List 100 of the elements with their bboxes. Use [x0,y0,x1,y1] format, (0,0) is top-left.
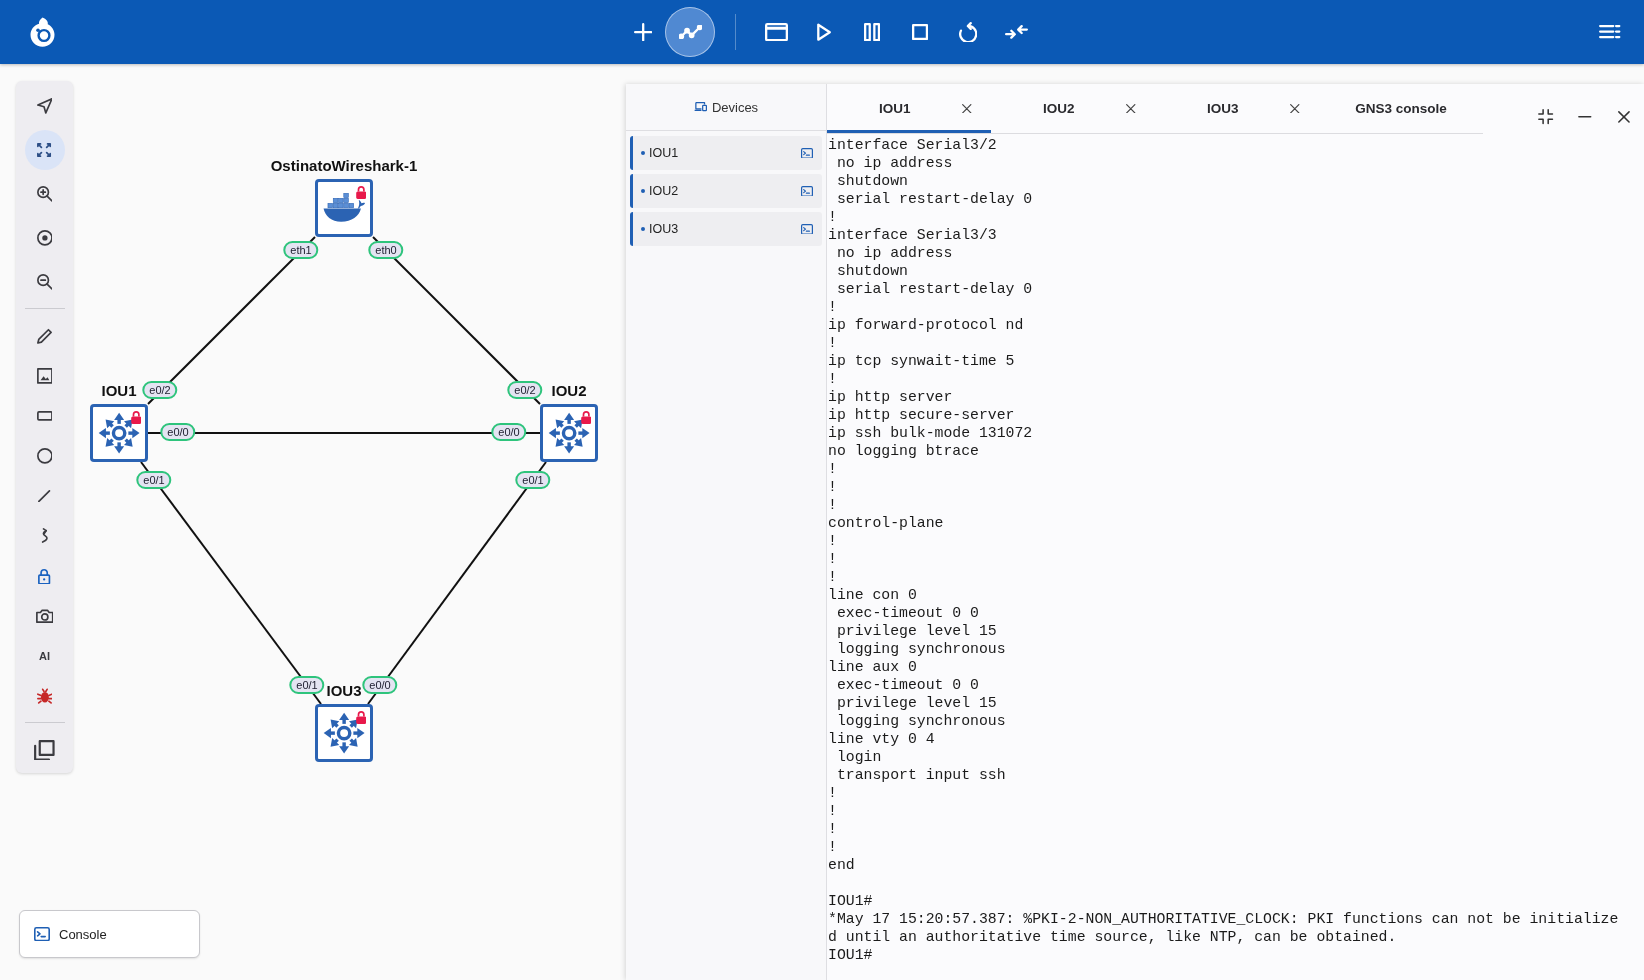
terminal-line: logging synchronous [835,712,1006,730]
zoom-out-icon [36,274,53,290]
terminal-line: ! [828,838,837,856]
terminal-line: control-plane [828,514,944,532]
terminal-line: line con 0 [828,586,917,604]
terminal-line: interface Serial3/3 [828,226,997,244]
chart-button[interactable] [665,7,715,57]
stop-icon [911,23,929,41]
console-tab[interactable]: GNS3 console [1319,84,1483,133]
whale-icon [322,193,366,223]
terminal-icon[interactable] [801,185,813,197]
terminal-line: ! [828,370,837,388]
line-chart-icon [678,25,702,39]
logo-icon [29,16,56,48]
port-label: e0/2 [142,381,178,399]
inward-corners-icon [1538,109,1554,125]
terminal-line: ! [828,298,837,316]
circular-arrow-icon [958,21,978,43]
bug-icon [36,688,53,704]
terminal-line: ! [828,550,837,568]
camera-icon [35,608,54,624]
browser-window-icon [764,22,788,42]
terminal-line: d until an authoritative time source, like NTP, can be obtained. [828,928,1397,946]
pencil-icon [36,328,53,344]
switch-node[interactable] [90,404,148,462]
port-label: eth1 [283,241,319,259]
terminal-line: shutdown [835,262,908,280]
terminal-line: line aux 0 [828,658,917,676]
terminal-line: privilege level 15 [835,694,997,712]
terminal-line: ! [828,802,837,820]
terminal-line: privilege level 15 [835,622,997,640]
ai-button[interactable]: AI [24,636,65,676]
terminal-line: exec-timeout 0 0 [835,604,979,622]
close-icon [1618,111,1630,123]
bullet-icon [641,227,645,231]
node-label: IOU2 [551,382,587,400]
terminal-line: ! [828,460,837,478]
terminal-line: ip http server [828,388,953,406]
image-icon [36,368,53,384]
padlock-icon [38,567,51,585]
menu-icon [1599,25,1621,39]
terminal-line: ip tcp synwait-time 5 [828,352,1015,370]
node-label: OstinatoWireshark-1 [270,157,418,175]
terminal-icon[interactable] [801,147,813,159]
terminal-line: ! [828,478,837,496]
terminal-line: line vty 0 4 [828,730,935,748]
port-label: e0/1 [515,471,551,489]
terminal-line: no ip address [835,154,953,172]
device-list-item[interactable]: IOU2 [630,174,822,208]
terminal-line: ! [828,568,837,586]
terminal-line: interface Serial3/2 [828,136,997,154]
port-label: e0/0 [491,423,527,441]
pause-icon [863,22,881,42]
terminal-line: IOU1# [828,892,873,910]
terminal-line: logging synchronous [835,640,1006,658]
terminal-line: IOU1# [828,946,873,964]
zoom-in-icon [36,186,53,202]
terminal-line: ! [828,334,837,352]
node-label: IOU1 [101,382,137,400]
plus-icon [633,22,653,42]
port-label: e0/0 [160,423,196,441]
console-tab[interactable]: IOU3 [1155,84,1319,133]
device-list-item[interactable]: IOU1 [630,136,822,170]
terminal-line: ! [828,532,837,550]
terminal-line: no logging btrace [828,442,979,460]
circle-icon [36,448,53,464]
terminal-icon[interactable] [801,223,813,235]
terminal-line: ! [828,496,837,514]
terminal-line: end [828,856,855,874]
close-icon[interactable] [1290,103,1300,114]
terminal-line: *May 17 15:20:57.387: %PKI-2-NON_AUTHORITATIVE_CLOCK: PKI functions can not be initialize [828,910,1619,928]
target-icon [36,230,53,246]
terminal-line: ! [828,208,837,226]
fit-view-button[interactable] [24,130,65,170]
console-button[interactable]: Console [19,910,200,958]
terminal-line: ip ssh bulk-mode 131072 [828,424,1033,442]
terminal-line: no ip address [835,244,953,262]
terminal-line: serial restart-delay 0 [835,280,1033,298]
port-label: eth0 [368,241,404,259]
port-label: e0/0 [362,676,398,694]
switch-node[interactable] [315,704,373,762]
terminal-line: ! [828,820,837,838]
console-tab[interactable]: IOU2 [991,84,1155,133]
line-icon [38,489,51,503]
terminal-line: serial restart-delay 0 [835,190,1033,208]
stacked-squares-icon [34,739,55,761]
port-label: e0/1 [289,676,325,694]
bullet-icon [641,151,645,155]
close-icon[interactable] [962,103,972,114]
panel-title: Devices [711,99,759,115]
switch-node[interactable] [540,404,598,462]
device-list-item[interactable]: IOU3 [630,212,822,246]
play-icon [815,22,833,42]
rectangle-icon [36,411,53,421]
console-tab[interactable]: IOU1 [827,84,991,133]
corner-arrows-icon [37,142,52,158]
squiggle-arrow-icon [40,528,49,544]
bullet-icon [641,189,645,193]
container-node[interactable] [315,179,373,237]
close-icon[interactable] [1126,103,1136,114]
